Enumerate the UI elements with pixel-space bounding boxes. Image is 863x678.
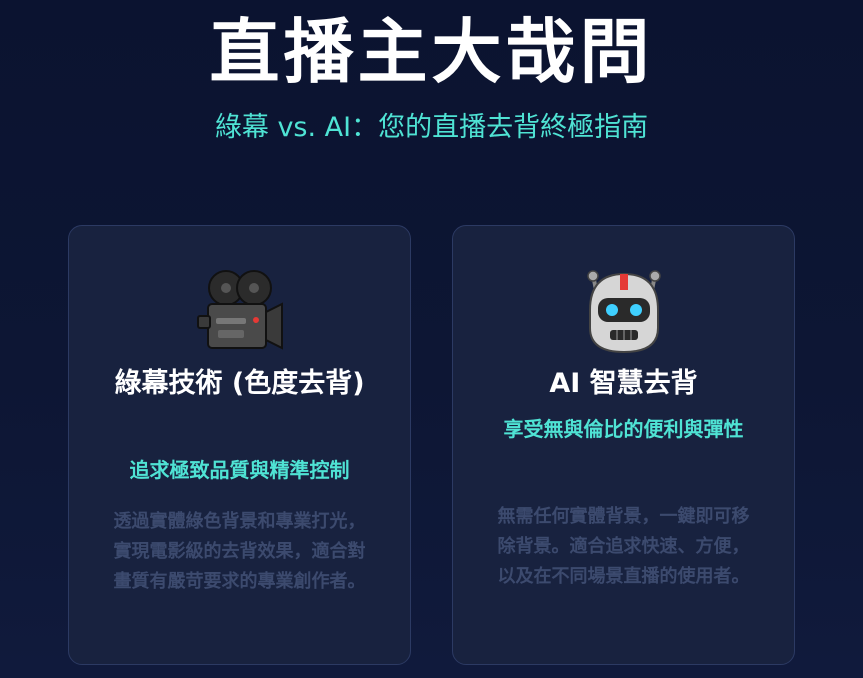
card-description: 透過實體綠色背景和專業打光，實現電影級的去背效果，適合對畫質有嚴苛要求的專業創作… bbox=[113, 511, 366, 592]
card-title: AI 智慧去背 bbox=[549, 368, 698, 399]
page-title: 直播主大哉問 bbox=[209, 11, 654, 93]
page-subtitle: 綠幕 vs. AI：您的直播去背終極指南 bbox=[214, 112, 649, 143]
movie-camera-icon bbox=[196, 270, 283, 350]
card-description: 無需任何實體背景，一鍵即可移除背景。適合追求快速、方便，以及在不同場景直播的使用… bbox=[497, 506, 750, 587]
card-ai: AI 智慧去背 享受無與倫比的便利與彈性 無需任何實體背景，一鍵即可移除背景。適… bbox=[452, 225, 795, 665]
card-title: 綠幕技術 (色度去背) bbox=[114, 368, 365, 399]
card-green-screen: 綠幕技術 (色度去背) 追求極致品質與精準控制 透過實體綠色背景和專業打光，實現… bbox=[68, 225, 411, 665]
card-subtitle: 追求極致品質與精準控制 bbox=[129, 458, 350, 482]
card-subtitle: 享受無與倫比的便利與彈性 bbox=[503, 417, 744, 441]
robot-icon bbox=[586, 270, 661, 354]
